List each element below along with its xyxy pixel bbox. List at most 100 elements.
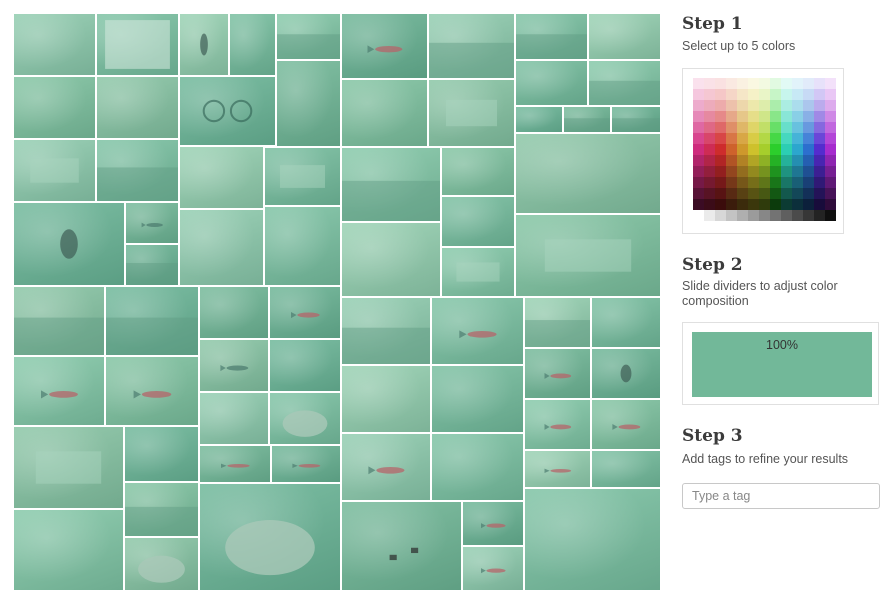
photo-tile-sandy-bottom[interactable] xyxy=(591,450,661,488)
color-swatch[interactable] xyxy=(770,199,781,210)
color-swatch[interactable] xyxy=(825,133,836,144)
photo-tile-underwater[interactable] xyxy=(341,222,441,297)
color-swatch[interactable] xyxy=(715,177,726,188)
photo-tile-underwater[interactable] xyxy=(13,76,96,139)
color-swatch[interactable] xyxy=(803,111,814,122)
color-swatch[interactable] xyxy=(803,166,814,177)
color-swatch[interactable] xyxy=(693,188,704,199)
color-swatch[interactable] xyxy=(781,78,792,89)
color-swatch[interactable] xyxy=(693,155,704,166)
color-swatch[interactable] xyxy=(715,144,726,155)
color-swatch[interactable] xyxy=(781,100,792,111)
photo-tile-reef[interactable] xyxy=(611,106,661,133)
color-swatch[interactable] xyxy=(759,133,770,144)
color-swatch[interactable] xyxy=(770,89,781,100)
color-swatch[interactable] xyxy=(792,155,803,166)
photo-tile-underwater[interactable] xyxy=(179,209,264,286)
photo-tile-underwater[interactable] xyxy=(199,392,269,445)
color-swatch[interactable] xyxy=(748,111,759,122)
photo-tile-fish[interactable] xyxy=(341,13,428,79)
photo-tile-underwater[interactable] xyxy=(588,13,661,60)
photo-tile-sandy-bottom[interactable] xyxy=(515,106,563,133)
color-swatch[interactable] xyxy=(759,188,770,199)
color-swatch[interactable] xyxy=(759,100,770,111)
color-swatch[interactable] xyxy=(792,177,803,188)
color-swatch[interactable] xyxy=(814,210,825,221)
color-swatch[interactable] xyxy=(770,78,781,89)
photo-tile-seagrass[interactable] xyxy=(124,482,199,537)
color-swatch[interactable] xyxy=(781,111,792,122)
color-swatch[interactable] xyxy=(814,89,825,100)
color-swatch[interactable] xyxy=(825,166,836,177)
color-swatch[interactable] xyxy=(770,177,781,188)
photo-tile-fish[interactable] xyxy=(13,356,105,426)
color-swatch[interactable] xyxy=(814,166,825,177)
color-swatch[interactable] xyxy=(803,199,814,210)
color-swatch[interactable] xyxy=(715,166,726,177)
color-swatch[interactable] xyxy=(792,166,803,177)
photo-tile-sandy-bottom[interactable] xyxy=(264,206,341,286)
color-swatch[interactable] xyxy=(704,89,715,100)
color-swatch[interactable] xyxy=(693,166,704,177)
color-swatch[interactable] xyxy=(759,210,770,221)
color-swatch[interactable] xyxy=(759,177,770,188)
color-swatch[interactable] xyxy=(726,144,737,155)
color-swatch[interactable] xyxy=(726,155,737,166)
color-swatch[interactable] xyxy=(748,144,759,155)
photo-tile-seagrass[interactable] xyxy=(13,286,105,356)
color-swatch[interactable] xyxy=(792,89,803,100)
photo-tile-coral[interactable] xyxy=(341,297,431,365)
color-swatch[interactable] xyxy=(825,177,836,188)
color-swatch[interactable] xyxy=(814,177,825,188)
photo-tile-fish[interactable] xyxy=(591,399,661,450)
photo-tile-underwater[interactable] xyxy=(515,133,661,214)
photo-tile-sandy-bottom[interactable] xyxy=(96,76,179,139)
color-swatch[interactable] xyxy=(781,188,792,199)
color-swatch[interactable] xyxy=(737,89,748,100)
color-swatch[interactable] xyxy=(726,133,737,144)
color-swatch[interactable] xyxy=(737,100,748,111)
color-swatch[interactable] xyxy=(792,133,803,144)
color-swatch[interactable] xyxy=(781,199,792,210)
color-swatch[interactable] xyxy=(726,100,737,111)
color-swatch[interactable] xyxy=(770,122,781,133)
color-swatch[interactable] xyxy=(759,78,770,89)
color-swatch[interactable] xyxy=(704,100,715,111)
photo-tile-fish[interactable] xyxy=(462,546,524,591)
color-swatch[interactable] xyxy=(803,100,814,111)
color-swatch[interactable] xyxy=(715,122,726,133)
color-swatch[interactable] xyxy=(770,111,781,122)
photo-tile-coral[interactable] xyxy=(515,13,588,60)
color-swatch[interactable] xyxy=(737,144,748,155)
photo-tile-underwater[interactable] xyxy=(124,426,199,482)
color-swatch[interactable] xyxy=(825,155,836,166)
photo-tile-underwater[interactable] xyxy=(179,146,264,209)
color-swatch[interactable] xyxy=(726,122,737,133)
photo-tile-seagrass[interactable] xyxy=(428,13,515,79)
color-swatch[interactable] xyxy=(770,210,781,221)
color-swatch[interactable] xyxy=(792,78,803,89)
color-swatch[interactable] xyxy=(715,188,726,199)
color-swatch[interactable] xyxy=(726,111,737,122)
color-swatch[interactable] xyxy=(759,199,770,210)
photo-tile-shark[interactable] xyxy=(199,339,269,392)
color-swatch[interactable] xyxy=(770,155,781,166)
photo-tile-fish[interactable] xyxy=(524,348,591,399)
color-swatch[interactable] xyxy=(704,111,715,122)
color-swatch[interactable] xyxy=(737,177,748,188)
color-swatch[interactable] xyxy=(759,122,770,133)
color-swatch[interactable] xyxy=(693,78,704,89)
color-swatch[interactable] xyxy=(759,144,770,155)
color-swatch[interactable] xyxy=(803,144,814,155)
color-swatch[interactable] xyxy=(704,155,715,166)
color-swatch[interactable] xyxy=(715,133,726,144)
color-swatch[interactable] xyxy=(748,188,759,199)
photo-tile-reef[interactable] xyxy=(276,13,341,60)
color-swatch[interactable] xyxy=(737,133,748,144)
color-swatch[interactable] xyxy=(748,177,759,188)
photo-tile-shark[interactable] xyxy=(125,202,179,244)
color-swatch[interactable] xyxy=(803,89,814,100)
color-swatch[interactable] xyxy=(825,210,836,221)
color-swatch[interactable] xyxy=(792,188,803,199)
color-swatch[interactable] xyxy=(792,100,803,111)
